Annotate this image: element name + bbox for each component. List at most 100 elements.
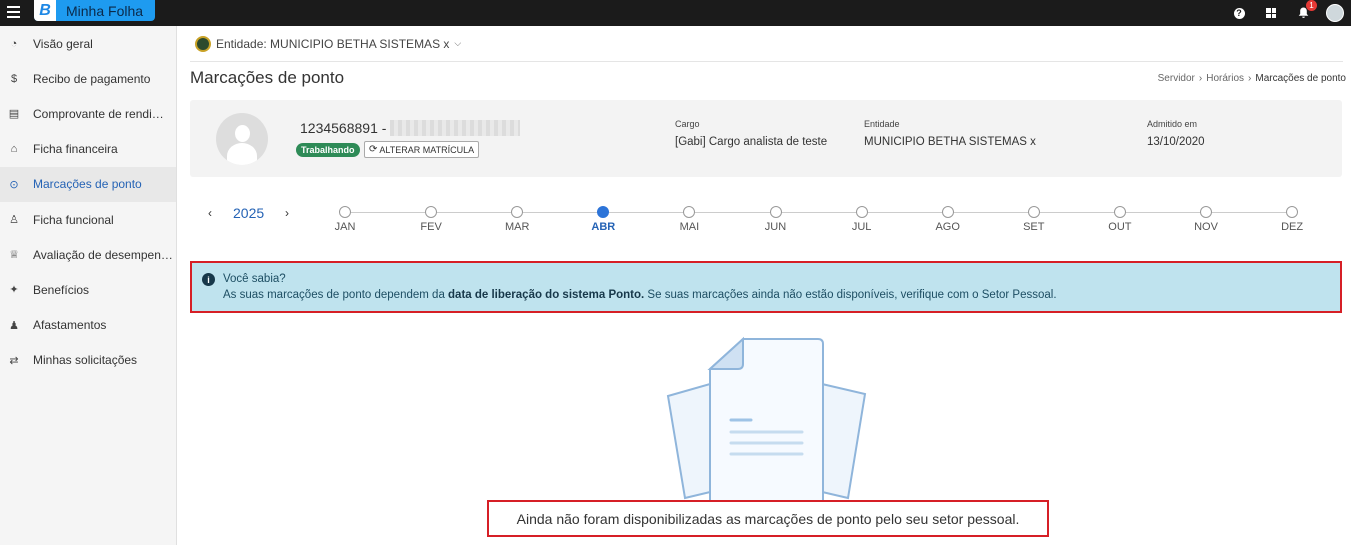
- month-label: JUL: [851, 221, 872, 233]
- month-label: JUN: [764, 221, 787, 233]
- month-jul[interactable]: JUL: [842, 206, 882, 233]
- admitido-label: Admitido em: [1147, 119, 1198, 129]
- help-button[interactable]: ?: [1223, 0, 1255, 26]
- notifications-button[interactable]: 1: [1287, 0, 1319, 26]
- dollar-icon: $: [10, 72, 18, 85]
- user-x-icon: ♟: [9, 319, 19, 332]
- user-menu[interactable]: [1319, 0, 1351, 26]
- apps-button[interactable]: [1255, 0, 1287, 26]
- notification-badge: 1: [1306, 0, 1317, 11]
- gift-icon: ✦: [9, 284, 19, 297]
- sidebar: ◔ Visão geral $ Recibo de pagamento ▤ Comprov…: [0, 26, 177, 545]
- month-dot: [425, 206, 438, 218]
- sidebar-item[interactable]: ⊙ Marcações de ponto: [0, 166, 176, 202]
- sidebar-item[interactable]: ◔ Visão geral: [0, 26, 176, 61]
- empty-state-message: Ainda não foram disponibilizadas as marc…: [487, 500, 1049, 537]
- sidebar-item[interactable]: ♙ Ficha funcional: [0, 202, 176, 237]
- alert-title: Você sabia?: [223, 273, 286, 285]
- sidebar-item[interactable]: $ Recibo de pagamento: [0, 61, 176, 96]
- change-registration-button[interactable]: ⟳ ALTERAR MATRÍCULA: [364, 141, 480, 158]
- sidebar-item-label: Minhas solicitações: [33, 353, 138, 368]
- month-dot: [511, 206, 524, 218]
- sidebar-item-label: Avaliação de desempenho: [33, 247, 173, 262]
- sidebar-item[interactable]: ⌂ Ficha financeira: [0, 132, 176, 167]
- month-out[interactable]: OUT: [1100, 206, 1140, 233]
- previous-year-button[interactable]: ‹: [208, 206, 212, 220]
- logo-icon: B: [34, 0, 56, 21]
- sidebar-item[interactable]: ♕ Avaliação de desempenho: [0, 237, 176, 272]
- breadcrumb: Servidor › Horários › Marcações de ponto: [1158, 73, 1346, 84]
- month-label: JAN: [334, 221, 356, 233]
- sidebar-item-label: Ficha funcional: [33, 212, 114, 227]
- avatar: [1326, 4, 1344, 22]
- document-icon: ▤: [8, 108, 20, 121]
- month-jun[interactable]: JUN: [756, 206, 796, 233]
- page-title: Marcações de ponto: [190, 68, 345, 87]
- help-icon: ?: [1233, 7, 1245, 19]
- month-label: MAR: [504, 221, 530, 233]
- cargo-label: Cargo: [675, 119, 700, 129]
- month-set[interactable]: SET: [1014, 206, 1054, 233]
- sidebar-item[interactable]: ▤ Comprovante de rendimentos: [0, 96, 176, 131]
- breadcrumb-item[interactable]: Servidor: [1158, 73, 1195, 84]
- sidebar-item-label: Marcações de ponto: [33, 177, 142, 192]
- user-icon: ♙: [9, 214, 19, 227]
- info-icon: i: [202, 273, 215, 286]
- app-brand[interactable]: B Minha Folha: [34, 0, 156, 21]
- month-dot: [1113, 206, 1126, 218]
- month-ago[interactable]: AGO: [928, 206, 968, 233]
- year-label: 2025: [233, 205, 265, 221]
- entity-selector[interactable]: Entidade: MUNICIPIO BETHA SISTEMAS x ⌵: [190, 26, 1343, 62]
- month-fev[interactable]: FEV: [411, 206, 451, 233]
- main-content: Entidade: MUNICIPIO BETHA SISTEMAS x ⌵ M…: [190, 26, 1346, 537]
- sidebar-item-label: Benefícios: [33, 282, 90, 297]
- chevron-right-icon: ›: [1248, 73, 1252, 84]
- exchange-icon: ⇄: [9, 354, 19, 367]
- month-dot: [855, 206, 868, 218]
- breadcrumb-item[interactable]: Horários: [1206, 73, 1244, 84]
- month-label: AGO: [935, 221, 960, 233]
- refresh-icon: ⟳: [369, 144, 378, 155]
- month-timeline: ‹ 2025 › JAN FEV MAR ABR MAI JUN JUL AGO SET OUT N…: [190, 202, 1342, 242]
- entity-seal-icon: [195, 35, 211, 52]
- alert-message: As suas marcações de ponto dependem da d…: [223, 289, 1057, 301]
- sidebar-item[interactable]: ⇄ Minhas solicitações: [0, 343, 176, 378]
- month-dot: [941, 206, 954, 218]
- sidebar-item[interactable]: ♟ Afastamentos: [0, 308, 176, 343]
- month-dot: [597, 206, 610, 218]
- timeline-line: [345, 212, 1292, 213]
- month-dot: [683, 206, 696, 218]
- next-year-button[interactable]: ›: [285, 206, 289, 220]
- alert-text-bold: data de liberação do sistema Ponto.: [448, 289, 645, 301]
- status-badge: Trabalhando: [296, 143, 360, 157]
- employee-avatar: [216, 113, 268, 165]
- month-label: SET: [1023, 221, 1045, 233]
- empty-documents-illustration: [666, 336, 867, 501]
- month-mar[interactable]: MAR: [497, 206, 537, 233]
- month-dez[interactable]: DEZ: [1272, 206, 1312, 233]
- month-dot: [1200, 206, 1212, 218]
- sidebar-item-label: Visão geral: [33, 36, 93, 51]
- chevron-right-icon: ›: [1198, 73, 1203, 84]
- entidade-value: MUNICIPIO BETHA SISTEMAS x: [864, 136, 1036, 148]
- sidebar-item-label: Recibo de pagamento: [33, 71, 151, 86]
- month-nov[interactable]: NOV: [1186, 206, 1226, 233]
- month-label: DEZ: [1281, 221, 1304, 233]
- month-dot: [1027, 206, 1040, 218]
- month-mai[interactable]: MAI: [669, 206, 709, 233]
- sidebar-item[interactable]: ✦ Benefícios: [0, 272, 176, 307]
- month-label: NOV: [1194, 221, 1218, 233]
- alert-text-part: As suas marcações de ponto dependem da: [223, 289, 449, 301]
- sidebar-item-label: Ficha financeira: [33, 142, 118, 157]
- entity-label: Entidade: MUNICIPIO BETHA SISTEMAS x: [216, 36, 450, 51]
- menu-icon[interactable]: [7, 6, 20, 18]
- month-abr[interactable]: ABR: [583, 206, 623, 233]
- info-alert: i Você sabia? As suas marcações de ponto…: [190, 261, 1342, 313]
- month-dot: [769, 206, 782, 218]
- month-jan[interactable]: JAN: [325, 206, 365, 233]
- top-bar: B Minha Folha ? 1: [0, 0, 1351, 26]
- change-registration-label: ALTERAR MATRÍCULA: [379, 144, 475, 155]
- grid-icon: [1266, 8, 1276, 18]
- registration-number: 1234568891 -: [300, 120, 387, 136]
- employee-card: 1234568891 - Trabalhando ⟳ ALTERAR MATRÍ…: [190, 100, 1342, 177]
